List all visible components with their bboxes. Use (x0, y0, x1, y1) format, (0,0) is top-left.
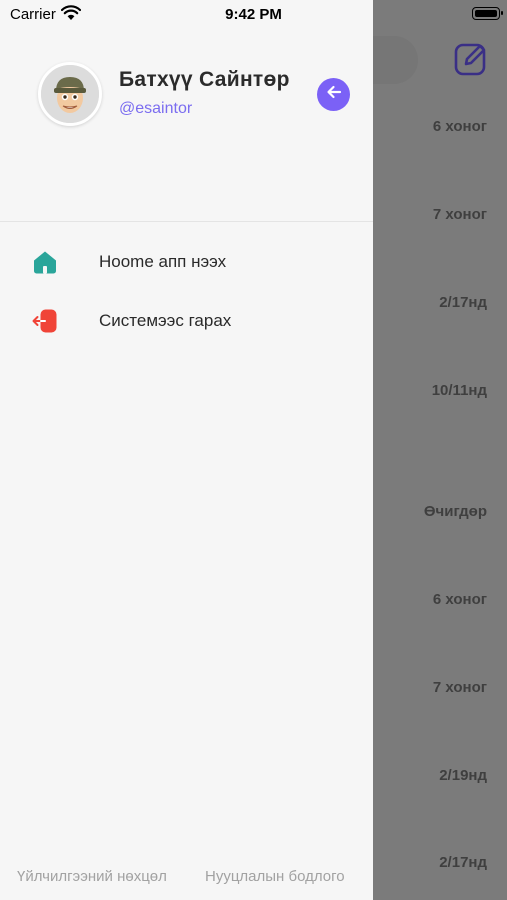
compose-icon (452, 40, 490, 78)
avatar[interactable] (38, 62, 102, 126)
profile-username: @esaintor (119, 100, 193, 117)
menu-item-open-hoome[interactable]: Hoome апп нээх (0, 236, 373, 286)
background-date-label: 6 хоног (432, 591, 487, 608)
logout-icon (32, 309, 58, 333)
privacy-link[interactable]: Нууцлалын бодлого (205, 868, 345, 885)
background-date-label: Өчигдөр (423, 503, 487, 520)
background-date-label: 10/11нд (431, 382, 487, 399)
background-date-label: 6 хоног (432, 118, 487, 135)
close-drawer-button[interactable] (317, 78, 350, 111)
background-date-label: 7 хоног (432, 679, 487, 696)
menu-item-label: Системээс гарах (99, 311, 232, 330)
terms-link[interactable]: Үйлчилгээний нөхцөл (17, 868, 167, 885)
background-date-label: 2/17нд (439, 294, 487, 311)
profile-name: Батхүү Сайнтөр (119, 68, 290, 91)
carrier-label: Carrier (10, 6, 56, 23)
background-date-label: 7 хоног (432, 206, 487, 223)
battery-icon (472, 7, 503, 20)
menu-item-label: Hoome апп нээх (99, 252, 227, 271)
background-date-label: 2/17нд (439, 854, 487, 871)
arrow-left-icon (326, 84, 342, 105)
wifi-icon (60, 5, 82, 21)
home-icon (32, 250, 58, 274)
divider (0, 221, 373, 222)
status-bar: Carrier (0, 0, 373, 30)
menu-item-logout[interactable]: Системээс гарах (0, 295, 373, 345)
side-drawer: Carrier Батхүү Сайнтөр @esaintor Hoome а… (0, 0, 373, 900)
background-date-label: 2/19нд (439, 767, 487, 784)
